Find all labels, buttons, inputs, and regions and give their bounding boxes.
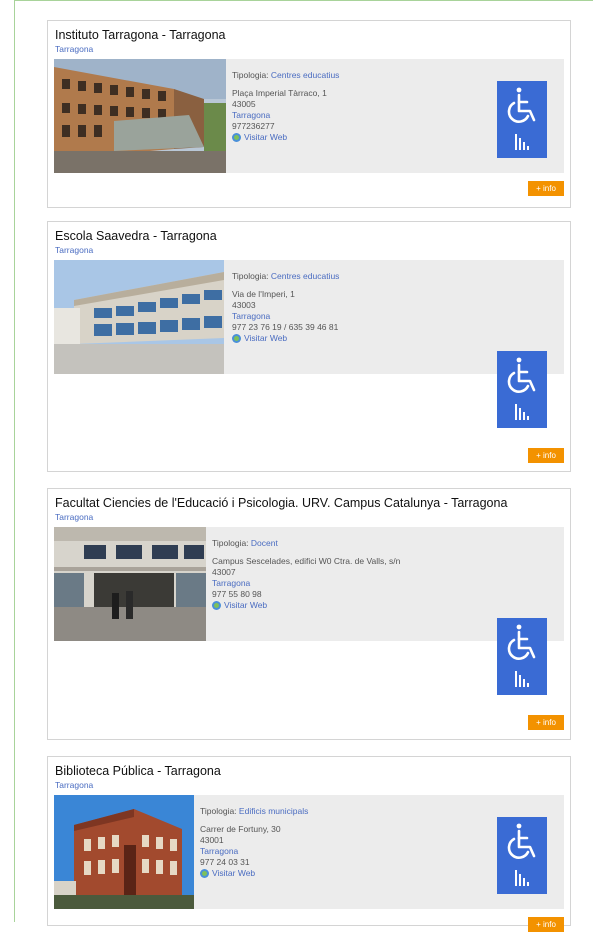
typology-label: Tipologia: xyxy=(232,70,269,80)
address: Via de l'Imperi, 1 xyxy=(232,289,295,299)
postal-code: 43003 xyxy=(232,300,256,310)
typology-link[interactable]: Centres educatius xyxy=(271,271,340,281)
more-info-button[interactable]: + info xyxy=(528,448,564,463)
phone: 977236277 xyxy=(232,121,275,131)
locality-link[interactable]: Tarragona xyxy=(232,311,339,322)
typology-label: Tipologia: xyxy=(200,806,237,816)
locality-link[interactable]: Tarragona xyxy=(232,110,339,121)
wheelchair-icon xyxy=(507,357,536,393)
address: Carrer de Fortuny, 30 xyxy=(200,824,281,834)
listing-card-facultat-ciencies-educacio: Facultat Ciencies de l'Educació i Psicol… xyxy=(47,488,571,740)
visit-web-label: Visitar Web xyxy=(244,333,288,343)
signal-bars-icon xyxy=(515,404,529,420)
typology-link[interactable]: Edificis municipals xyxy=(239,806,308,816)
card-city[interactable]: Tarragona xyxy=(55,512,93,522)
listing-card-instituto-tarragona: Instituto Tarragona - Tarragona Tarragon… xyxy=(47,20,571,208)
wheelchair-icon xyxy=(507,823,536,859)
locality-link[interactable]: Tarragona xyxy=(200,846,308,857)
building-photo[interactable] xyxy=(54,59,226,173)
card-city[interactable]: Tarragona xyxy=(55,780,93,790)
card-title[interactable]: Facultat Ciencies de l'Educació i Psicol… xyxy=(55,496,507,510)
more-info-button[interactable]: + info xyxy=(528,181,564,196)
postal-code: 43005 xyxy=(232,99,256,109)
address: Campus Sescelades, edifici W0 Ctra. de V… xyxy=(212,556,401,566)
globe-icon xyxy=(200,869,209,878)
visit-web-label: Visitar Web xyxy=(224,600,268,610)
more-info-button[interactable]: + info xyxy=(528,715,564,730)
postal-code: 43001 xyxy=(200,835,224,845)
phone: 977 24 03 31 xyxy=(200,857,250,867)
locality-link[interactable]: Tarragona xyxy=(212,578,400,589)
card-title[interactable]: Instituto Tarragona - Tarragona xyxy=(55,28,225,42)
visit-web-label: Visitar Web xyxy=(212,868,256,878)
building-photo[interactable] xyxy=(54,795,194,909)
card-title[interactable]: Escola Saavedra - Tarragona xyxy=(55,229,217,243)
card-panel: Tipologia: Centres educatius Via de l'Im… xyxy=(54,260,564,374)
globe-icon xyxy=(212,601,221,610)
wheelchair-icon xyxy=(507,87,536,123)
visit-web-link[interactable]: Visitar Web xyxy=(200,868,308,879)
phone: 977 55 80 98 xyxy=(212,589,262,599)
card-details: Tipologia: Edificis municipals Carrer de… xyxy=(200,806,308,879)
building-photo[interactable] xyxy=(54,260,224,374)
accessibility-badge[interactable] xyxy=(497,817,547,894)
card-title[interactable]: Biblioteca Pública - Tarragona xyxy=(55,764,221,778)
card-details: Tipologia: Centres educatius Plaça Imper… xyxy=(232,70,339,143)
building-photo[interactable] xyxy=(54,527,206,641)
card-details: Tipologia: Docent Campus Sescelades, edi… xyxy=(212,538,400,611)
listing-card-biblioteca-publica: Biblioteca Pública - Tarragona Tarragona… xyxy=(47,756,571,932)
phone: 977 23 76 19 / 635 39 46 81 xyxy=(232,322,339,332)
card-panel: Tipologia: Edificis municipals Carrer de… xyxy=(54,795,564,909)
accessibility-badge[interactable] xyxy=(497,618,547,695)
postal-code: 43007 xyxy=(212,567,236,577)
more-info-button[interactable]: + info xyxy=(528,917,564,932)
typology-label: Tipologia: xyxy=(212,538,249,548)
typology-label: Tipologia: xyxy=(232,271,269,281)
visit-web-link[interactable]: Visitar Web xyxy=(232,132,339,143)
visit-web-link[interactable]: Visitar Web xyxy=(212,600,400,611)
visit-web-link[interactable]: Visitar Web xyxy=(232,333,339,344)
card-details: Tipologia: Centres educatius Via de l'Im… xyxy=(232,271,339,344)
signal-bars-icon xyxy=(515,870,529,886)
card-city[interactable]: Tarragona xyxy=(55,245,93,255)
accessibility-badge[interactable] xyxy=(497,351,547,428)
globe-icon xyxy=(232,133,241,142)
address: Plaça Imperial Tàrraco, 1 xyxy=(232,88,327,98)
card-city[interactable]: Tarragona xyxy=(55,44,93,54)
signal-bars-icon xyxy=(515,671,529,687)
globe-icon xyxy=(232,334,241,343)
card-panel: Tipologia: Docent Campus Sescelades, edi… xyxy=(54,527,564,641)
visit-web-label: Visitar Web xyxy=(244,132,288,142)
wheelchair-icon xyxy=(507,624,536,660)
listing-card-escola-saavedra: Escola Saavedra - Tarragona Tarragona Ti… xyxy=(47,221,571,472)
accessibility-badge[interactable] xyxy=(497,81,547,158)
card-panel: Tipologia: Centres educatius Plaça Imper… xyxy=(54,59,564,173)
typology-link[interactable]: Centres educatius xyxy=(271,70,340,80)
typology-link[interactable]: Docent xyxy=(251,538,278,548)
signal-bars-icon xyxy=(515,134,529,150)
